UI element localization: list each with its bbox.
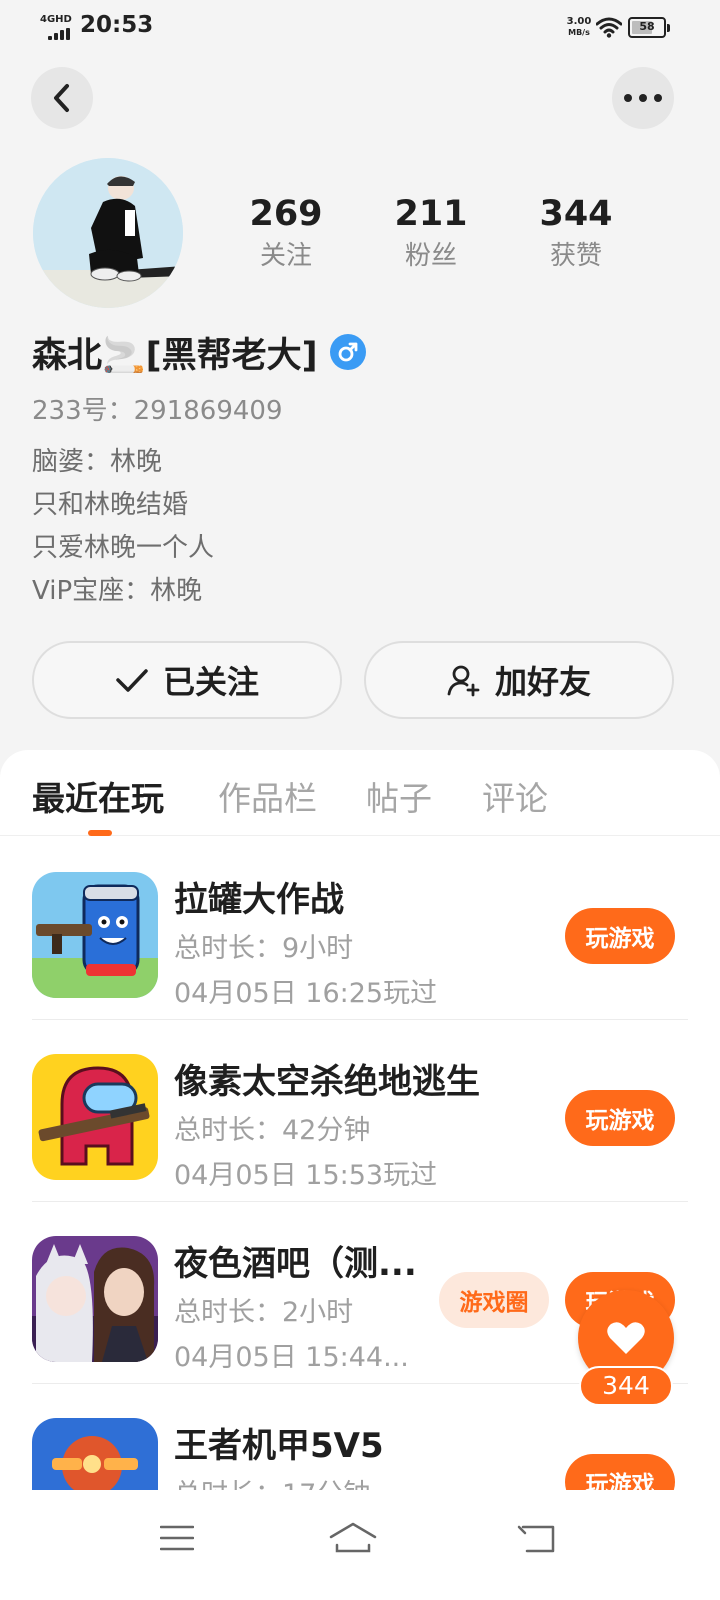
following-count: 269 xyxy=(249,194,323,234)
following-button[interactable]: 已关注 xyxy=(32,641,342,719)
battery-level: 58 xyxy=(639,20,655,33)
tab-posts[interactable]: 帖子 xyxy=(366,772,432,820)
game-icon xyxy=(32,1236,158,1362)
network-speed-value: 3.00 xyxy=(566,16,592,27)
cellular-signal-icon: 4GHD xyxy=(40,14,72,40)
user-id: 233号：291869409 xyxy=(32,396,283,426)
network-speed: 3.00 MB/s xyxy=(559,16,599,38)
play-game-button[interactable]: 玩游戏 xyxy=(565,1454,675,1490)
username: 森北🚬[黑帮老大] xyxy=(32,335,318,376)
chevron-left-icon xyxy=(54,84,69,112)
game-row[interactable]: 像素太空杀绝地逃生 总时长：42分钟 04月05日 15:53玩过 玩游戏 xyxy=(0,1020,720,1202)
battery-icon: 58 xyxy=(628,17,670,38)
tab-works[interactable]: 作品栏 xyxy=(218,772,317,820)
avatar[interactable] xyxy=(33,158,183,308)
nav-back-button[interactable] xyxy=(497,1508,577,1568)
likes-count: 344 xyxy=(539,194,613,234)
bio: 脑婆：林晚 只和林晚结婚 只爱林晚一个人 ViP宝座：林晚 xyxy=(32,441,214,613)
play-game-button[interactable]: 玩游戏 xyxy=(565,1090,675,1146)
back-arrow-icon xyxy=(517,1525,555,1553)
game-title: 像素太空杀绝地逃生 xyxy=(174,1062,480,1102)
fans-label: 粉丝 xyxy=(404,241,457,271)
game-icon xyxy=(32,872,158,998)
nav-home-button[interactable] xyxy=(313,1508,393,1568)
tab-comments[interactable]: 评论 xyxy=(482,772,548,820)
nav-menu-button[interactable] xyxy=(137,1508,217,1568)
game-last-played: 04月05日 15:53玩过 xyxy=(174,1160,438,1191)
game-duration: 总时长：17分钟 xyxy=(174,1472,370,1490)
back-button[interactable] xyxy=(31,67,93,129)
fans-count: 211 xyxy=(394,194,468,234)
check-icon xyxy=(116,669,148,692)
game-title: 王者机甲5V5 xyxy=(174,1426,384,1466)
male-gender-icon xyxy=(329,334,366,370)
like-count: 344 xyxy=(579,1366,673,1406)
tab-recent-playing[interactable]: 最近在玩 xyxy=(32,772,164,820)
home-icon xyxy=(329,1522,377,1553)
game-title: 夜色酒吧（测... xyxy=(174,1244,417,1284)
game-icon xyxy=(32,1054,158,1180)
stat-likes[interactable]: 344 获赞 xyxy=(516,192,636,274)
add-friend-button[interactable]: 加好友 xyxy=(364,641,674,719)
following-label: 关注 xyxy=(259,241,312,271)
bio-line: 脑婆：林晚 xyxy=(32,447,163,477)
status-time: 20:53 xyxy=(80,12,154,38)
wifi-icon xyxy=(596,17,622,38)
more-dots-icon xyxy=(624,94,662,102)
username-row: 森北🚬[黑帮老大] xyxy=(32,324,366,380)
stat-following[interactable]: 269 关注 xyxy=(226,192,346,274)
game-circle-button[interactable]: 游戏圈 xyxy=(439,1272,549,1328)
game-last-played: 04月05日 16:25玩过 xyxy=(174,978,438,1009)
add-friend-button-label: 加好友 xyxy=(494,663,591,701)
more-options-button[interactable] xyxy=(612,67,674,129)
game-duration: 总时长：9小时 xyxy=(174,933,354,964)
avatar-image xyxy=(33,158,183,308)
stat-fans[interactable]: 211 粉丝 xyxy=(371,192,491,274)
game-last-played: 04月05日 15:44... xyxy=(174,1342,409,1373)
game-icon xyxy=(32,1418,158,1490)
add-user-icon xyxy=(447,665,480,697)
menu-icon xyxy=(160,1525,194,1551)
game-title: 拉罐大作战 xyxy=(174,880,344,920)
likes-label: 获赞 xyxy=(549,241,602,271)
network-type: 4GHD xyxy=(40,14,72,25)
network-speed-unit: MB/s xyxy=(568,28,590,37)
status-bar: 4GHD 20:53 3.00 MB/s 58 xyxy=(0,0,720,56)
system-nav-bar xyxy=(0,1490,720,1600)
game-duration: 总时长：42分钟 xyxy=(174,1115,371,1146)
bio-line: 只爱林晚一个人 xyxy=(32,533,215,563)
following-button-label: 已关注 xyxy=(162,663,259,701)
game-row[interactable]: 拉罐大作战 总时长：9小时 04月05日 16:25玩过 玩游戏 xyxy=(0,838,720,1020)
bio-line: 只和林晚结婚 xyxy=(32,490,189,520)
game-duration: 总时长：2小时 xyxy=(174,1297,354,1328)
tab-bar: 最近在玩 作品栏 帖子 评论 xyxy=(0,750,720,836)
tab-indicator xyxy=(88,830,112,836)
heart-icon xyxy=(607,1322,645,1354)
play-game-button[interactable]: 玩游戏 xyxy=(565,908,675,964)
bio-line: ViP宝座：林晚 xyxy=(32,576,203,606)
